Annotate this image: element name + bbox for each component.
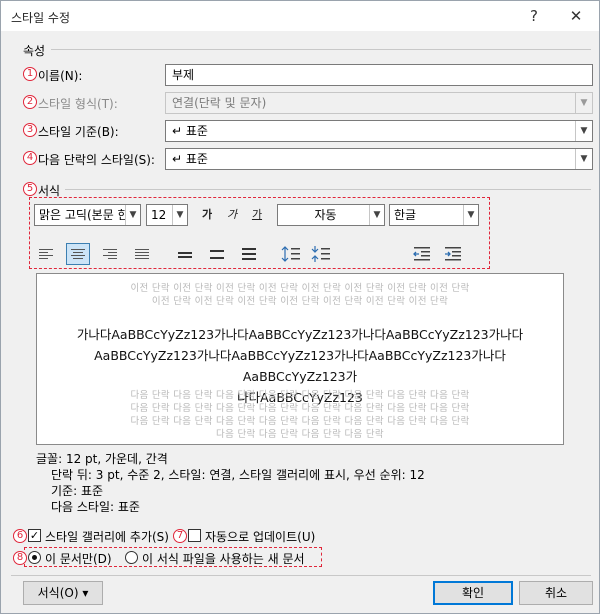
chevron-down-icon: ▼ <box>172 205 187 225</box>
align-left-button[interactable] <box>34 243 58 265</box>
help-button[interactable]: ? <box>521 4 547 28</box>
description-line: 단락 뒤: 3 pt, 수준 2, 스타일: 연결, 스타일 갤러리에 표시, … <box>51 468 425 482</box>
spacing-decrease-icon <box>311 246 330 262</box>
italic-button[interactable]: 가 <box>222 205 242 225</box>
next-paragraph-line: 다음 단락 다음 단락 다음 단락 다음 단락 다음 단락 다음 단락 다음 단… <box>130 390 470 401</box>
font-size-value: 12 <box>151 208 167 222</box>
next-style-value: ↵ 표준 <box>172 152 208 166</box>
font-name-value: 맑은 고딕(본문 한 <box>39 208 129 222</box>
properties-divider <box>51 49 591 50</box>
align-right-button[interactable] <box>98 243 122 265</box>
close-button[interactable]: ✕ <box>563 4 589 28</box>
name-label: 이름(N): <box>38 69 83 83</box>
badge-6: 6 <box>13 529 27 543</box>
decrease-indent-button[interactable] <box>410 243 434 265</box>
space-before-button[interactable] <box>280 243 304 265</box>
style-type-select[interactable]: 연결(단락 및 문자) ▼ <box>165 92 593 114</box>
next-paragraph-line: 다음 단락 다음 단락 다음 단락 다음 단락 <box>216 429 384 440</box>
only-this-document-radio[interactable] <box>28 551 41 564</box>
title-bar: 스타일 수정 ? ✕ <box>1 1 599 31</box>
description-line: 글꼴: 12 pt, 가운데, 간격 <box>36 452 168 466</box>
script-select[interactable]: 한글 ▼ <box>389 204 479 226</box>
chevron-down-icon: ▼ <box>575 149 592 169</box>
style-type-label: 스타일 형식(T): <box>38 97 118 111</box>
cancel-button[interactable]: 취소 <box>519 581 593 605</box>
previous-paragraph-line: 이전 단락 이전 단락 이전 단락 이전 단락 이전 단락 이전 단락 이전 단… <box>151 296 449 307</box>
style-based-on-label: 스타일 기준(B): <box>38 125 119 139</box>
font-name-select[interactable]: 맑은 고딕(본문 한 ▼ <box>34 204 141 226</box>
ok-button[interactable]: 확인 <box>433 581 513 605</box>
chevron-down-icon: ▼ <box>463 205 478 225</box>
badge-5: 5 <box>23 182 37 196</box>
font-color-select[interactable]: 자동 ▼ <box>277 204 385 226</box>
sample-line: AaBBCcYyZz123가나다AaBBCcYyZz123가나다AaBBCcYy… <box>94 348 506 384</box>
auto-update-label[interactable]: 자동으로 업데이트(U) <box>205 528 315 545</box>
align-center-button[interactable] <box>66 243 90 265</box>
font-size-select[interactable]: 12 ▼ <box>146 204 188 226</box>
chevron-down-icon: ▼ <box>575 121 592 141</box>
one-half-spacing-button[interactable] <box>205 243 229 265</box>
style-type-value: 연결(단락 및 문자) <box>172 96 267 110</box>
badge-2: 2 <box>23 95 37 109</box>
style-preview: 이전 단락 이전 단락 이전 단락 이전 단락 이전 단락 이전 단락 이전 단… <box>36 273 564 445</box>
description-line: 기준: 표준 <box>51 484 104 498</box>
previous-paragraph-line: 이전 단락 이전 단락 이전 단락 이전 단락 이전 단락 이전 단락 이전 단… <box>130 283 470 294</box>
format-menu-button[interactable]: 서식(O) ▾ <box>23 581 103 605</box>
double-spacing-button[interactable] <box>237 243 261 265</box>
font-color-value: 자동 <box>314 208 337 222</box>
chevron-down-icon: ▼ <box>369 205 384 225</box>
add-to-gallery-checkbox[interactable]: ✓ <box>28 529 41 542</box>
badge-3: 3 <box>23 123 37 137</box>
single-spacing-button[interactable] <box>173 243 197 265</box>
badge-8: 8 <box>13 551 27 565</box>
badge-4: 4 <box>23 151 37 165</box>
underline-button[interactable]: 가 <box>247 205 267 225</box>
dialog-title: 스타일 수정 <box>11 11 71 25</box>
style-based-on-select[interactable]: ↵ 표준 ▼ <box>165 120 593 142</box>
badge-1: 1 <box>23 67 37 81</box>
script-value: 한글 <box>394 208 417 222</box>
decrease-indent-icon <box>413 247 430 261</box>
only-this-document-label[interactable]: 이 문서만(D) <box>45 550 112 567</box>
add-to-gallery-label[interactable]: 스타일 갤러리에 추가(S) <box>45 528 169 545</box>
description-line: 다음 스타일: 표준 <box>51 500 140 514</box>
badge-7: 7 <box>173 529 187 543</box>
name-input[interactable]: 부제 <box>165 64 593 86</box>
new-documents-label[interactable]: 이 서식 파일을 사용하는 새 문서 <box>142 550 305 567</box>
sample-line: 가나다AaBBCcYyZz123가나다AaBBCcYyZz123가나다AaBBC… <box>76 327 524 342</box>
bold-button[interactable]: 가 <box>197 205 217 225</box>
format-divider <box>65 189 591 190</box>
bottom-divider <box>11 575 591 576</box>
space-after-button[interactable] <box>310 243 334 265</box>
next-style-label: 다음 단락의 스타일(S): <box>38 153 155 167</box>
next-style-select[interactable]: ↵ 표준 ▼ <box>165 148 593 170</box>
style-based-on-value: ↵ 표준 <box>172 124 208 138</box>
modify-style-dialog: 스타일 수정 ? ✕ 속성 1 이름(N): 부제 2 스타일 형식(T): 연… <box>0 0 600 614</box>
increase-indent-button[interactable] <box>441 243 465 265</box>
style-description: 글꼴: 12 pt, 가운데, 간격 단락 뒤: 3 pt, 수준 2, 스타일… <box>36 451 564 517</box>
chevron-down-icon: ▼ <box>575 93 592 113</box>
new-documents-radio[interactable] <box>125 551 138 564</box>
properties-section-title: 속성 <box>23 44 46 58</box>
auto-update-checkbox[interactable] <box>188 529 201 542</box>
spacing-increase-icon <box>281 246 300 262</box>
chevron-down-icon: ▼ <box>125 205 140 225</box>
justify-button[interactable] <box>130 243 154 265</box>
increase-indent-icon <box>445 247 461 261</box>
next-paragraph-line: 다음 단락 다음 단락 다음 단락 다음 단락 다음 단락 다음 단락 다음 단… <box>130 403 470 414</box>
next-paragraph-line: 다음 단락 다음 단락 다음 단락 다음 단락 다음 단락 다음 단락 다음 단… <box>130 416 470 427</box>
